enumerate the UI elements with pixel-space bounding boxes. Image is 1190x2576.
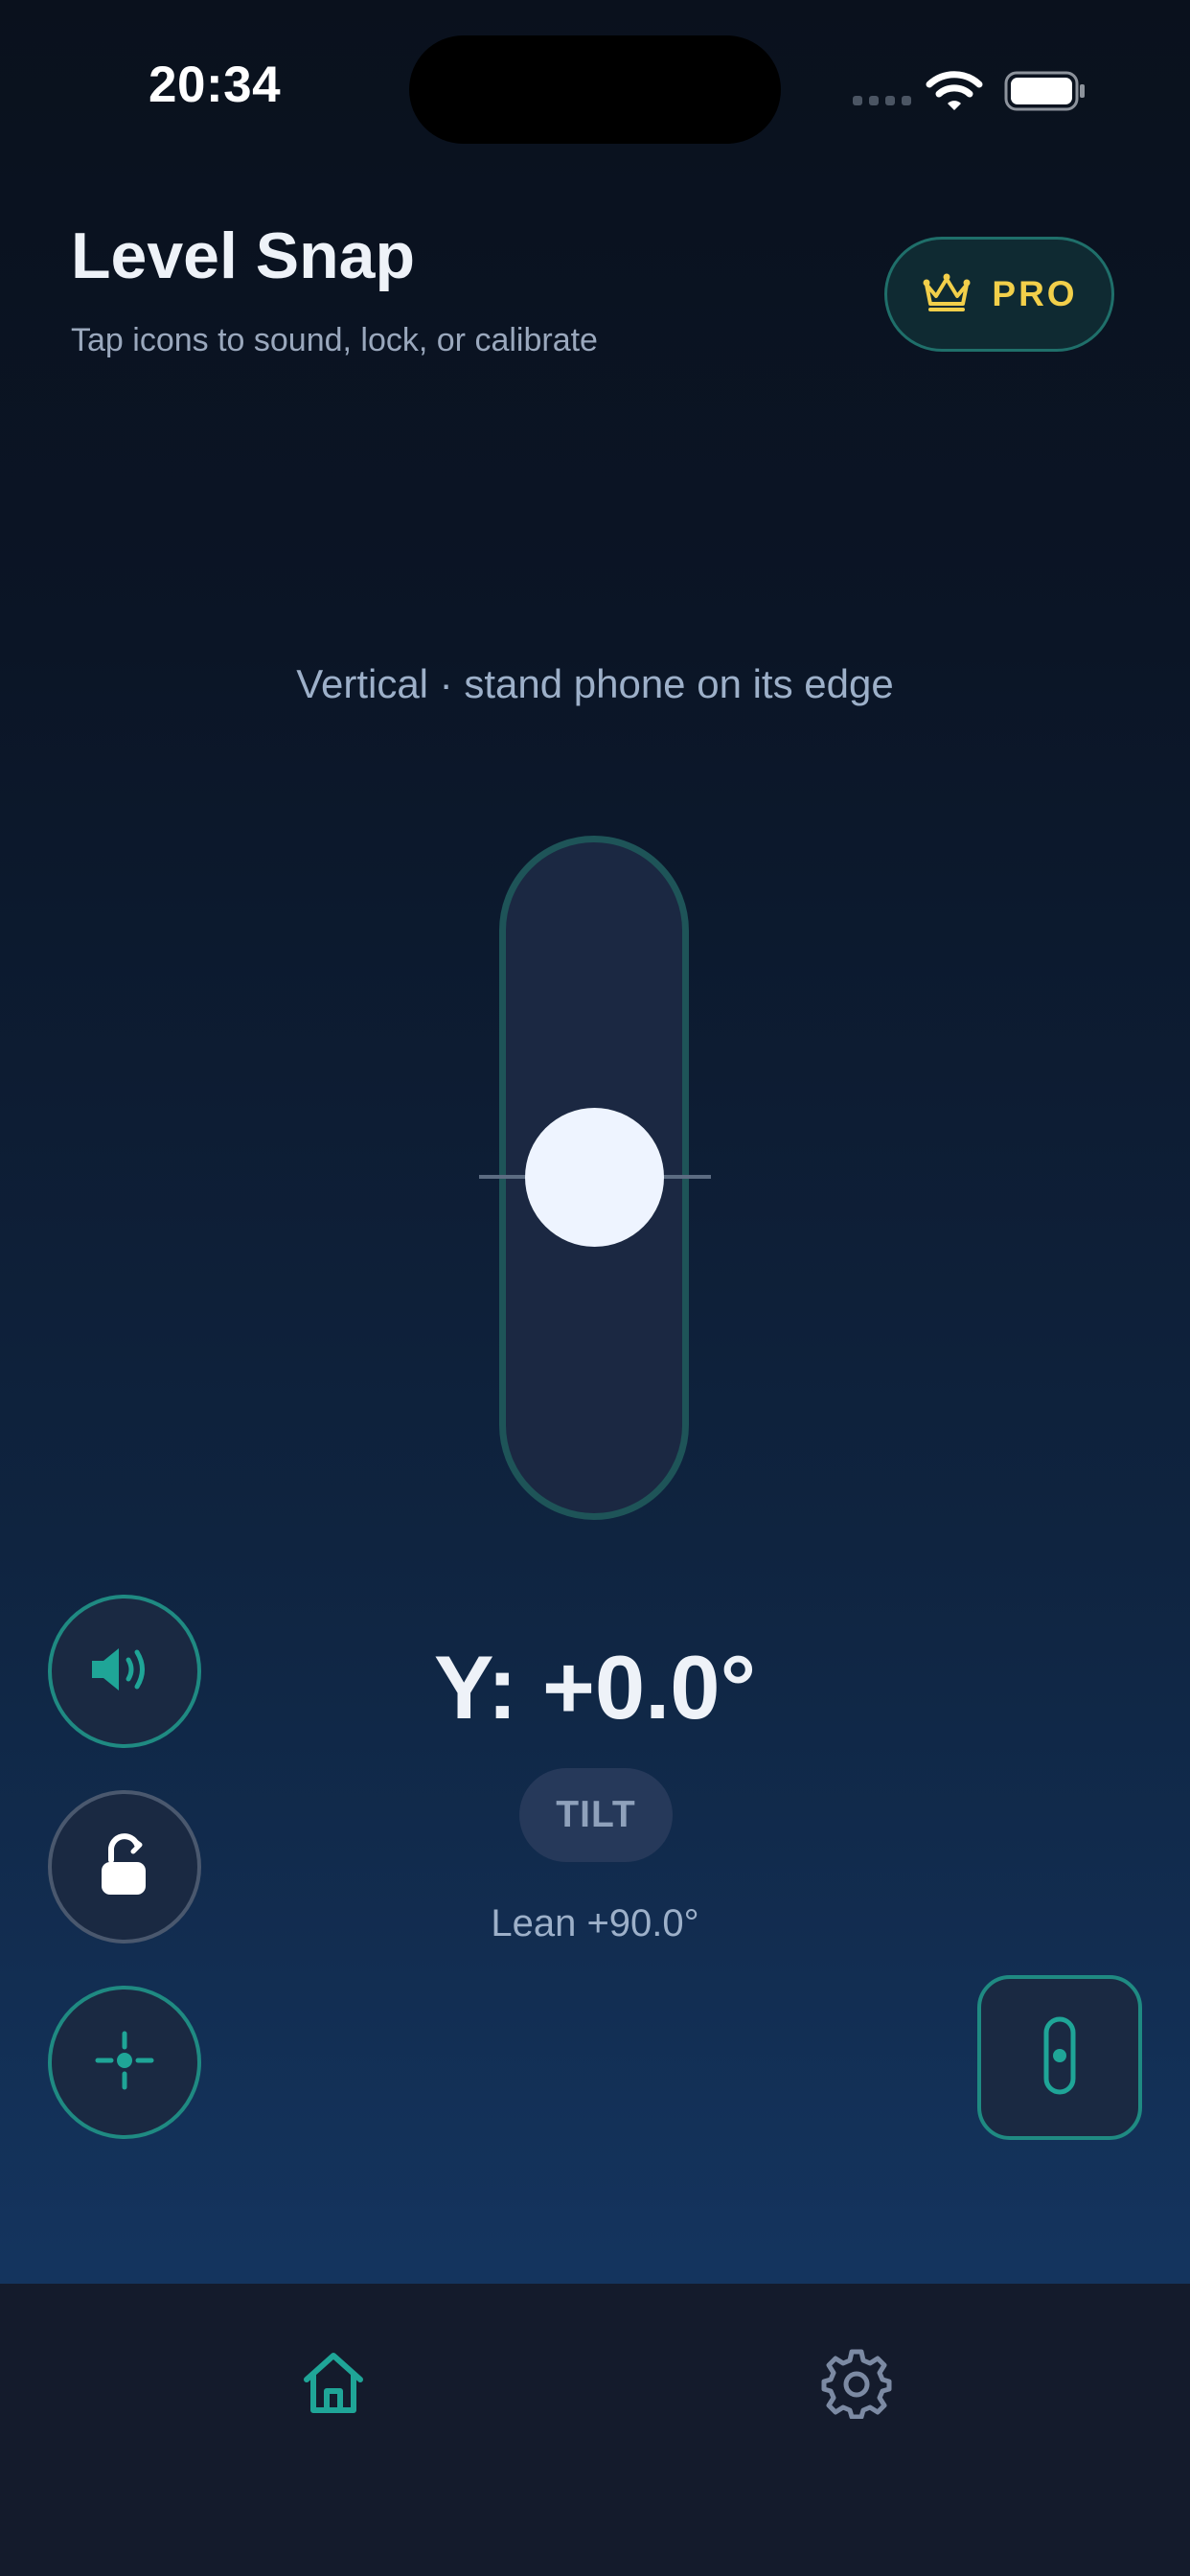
pro-label: PRO (992, 274, 1078, 313)
orientation-mode-button[interactable] (977, 1975, 1142, 2140)
cellular-signal-icon (853, 96, 911, 105)
page-subtitle: Tap icons to sound, lock, or calibrate (71, 322, 598, 358)
pro-upgrade-button[interactable]: PRO (884, 237, 1114, 352)
gear-icon (820, 2346, 893, 2424)
wifi-icon (926, 69, 983, 116)
tab-settings[interactable] (816, 2344, 897, 2425)
dynamic-island (409, 35, 781, 144)
sound-toggle-button[interactable] (48, 1595, 201, 1748)
mode-badge[interactable]: TILT (519, 1768, 673, 1862)
crown-icon (921, 271, 973, 318)
page-title: Level Snap (71, 219, 416, 292)
calibrate-button[interactable] (48, 1986, 201, 2139)
center-mark-right (661, 1175, 711, 1179)
vertical-vial-icon (1041, 2015, 1079, 2101)
orientation-hint: Vertical · stand phone on its edge (296, 661, 894, 706)
tab-bar (0, 2284, 1190, 2576)
center-mark-left (479, 1175, 529, 1179)
speaker-icon (88, 1643, 161, 1701)
level-bubble (525, 1108, 664, 1247)
crosshair-icon (94, 2030, 155, 2096)
level-snap-screen: 20:34 Level Snap Tap icons to sound, loc… (0, 0, 1190, 2576)
home-icon (299, 2349, 368, 2421)
tab-home[interactable] (293, 2344, 374, 2425)
lock-toggle-button[interactable] (48, 1790, 201, 1944)
unlock-icon (94, 1831, 155, 1903)
battery-icon (1004, 71, 1087, 116)
status-time: 20:34 (149, 57, 282, 113)
